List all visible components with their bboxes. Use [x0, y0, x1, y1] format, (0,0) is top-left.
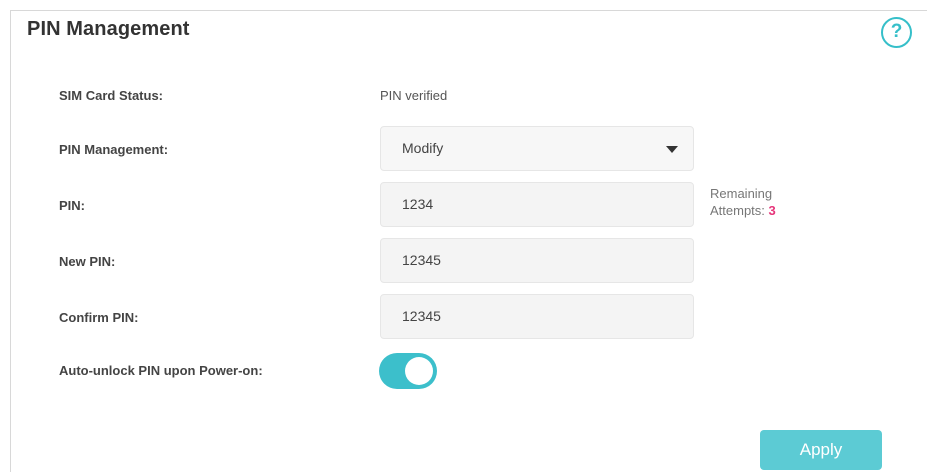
- pin-input[interactable]: 1234: [380, 182, 694, 227]
- new-pin-input[interactable]: 12345: [380, 238, 694, 283]
- page-title: PIN Management: [27, 18, 190, 40]
- sim-status-label: SIM Card Status:: [59, 88, 164, 103]
- auto-unlock-toggle[interactable]: [379, 353, 437, 389]
- attempts-count: 3: [768, 203, 776, 218]
- remaining-attempts: Remaining Attempts: 3: [710, 185, 776, 219]
- attempts-label: Attempts:: [710, 203, 765, 218]
- confirm-pin-label: Confirm PIN:: [59, 310, 139, 325]
- remaining-label: Remaining: [710, 186, 773, 201]
- pin-management-selected-value: Modify: [402, 140, 444, 156]
- pin-management-label: PIN Management:: [59, 142, 169, 157]
- confirm-pin-input[interactable]: 12345: [380, 294, 694, 339]
- chevron-down-icon: [666, 146, 678, 153]
- pin-management-select[interactable]: Modify: [380, 126, 694, 171]
- pin-label: PIN:: [59, 198, 85, 213]
- auto-unlock-label: Auto-unlock PIN upon Power-on:: [59, 363, 263, 378]
- help-icon[interactable]: ?: [881, 17, 912, 48]
- apply-button[interactable]: Apply: [760, 430, 882, 470]
- sim-status-value: PIN verified: [380, 88, 448, 103]
- toggle-knob: [405, 357, 433, 385]
- attempts-line: Attempts: 3: [710, 202, 776, 219]
- new-pin-label: New PIN:: [59, 254, 116, 269]
